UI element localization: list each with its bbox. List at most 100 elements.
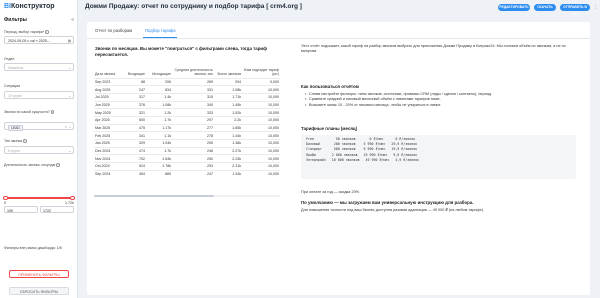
duration-from-input[interactable]: 100 (4, 206, 38, 213)
table-cell: Nov 2024 (94, 154, 124, 163)
duration-slider-min-handle[interactable] (3, 195, 8, 200)
table-cell: 1.71k (214, 92, 242, 102)
info-icon: i (45, 30, 49, 35)
edit-button[interactable]: РЕДАКТИРОВАТЬ (498, 4, 530, 11)
table-cell: Jun 2025 (94, 100, 124, 109)
calls-by-month-table: Дата звонка Входящие Исходящие Средняя д… (94, 68, 280, 178)
table-cell: Oct 2024 (94, 162, 124, 171)
table-cell: Sep 2024 (94, 169, 124, 178)
table-cell: 9,000 (242, 77, 280, 86)
table-cell: 1.7k (146, 146, 172, 155)
duration-slider-track[interactable] (5, 197, 73, 199)
table-cell: Dec 2024 (94, 146, 124, 155)
table-cell: 834 (146, 85, 172, 94)
situation-select[interactable]: 10 групп ⌄ (4, 91, 74, 99)
dashboard-header: Дожми Продажу: отчет по сотруднику и под… (79, 0, 600, 16)
period-label: Период, выбор тарифа* i (4, 30, 49, 35)
column-header[interactable]: Вам подходит тариф (шт) (242, 68, 280, 78)
apply-filters-button[interactable]: ПРИМЕНИТЬ ФИЛЬТРЫ (9, 270, 69, 278)
table-title: Звонки по месяцам. Вы можете "поиграться… (95, 46, 267, 57)
table-cell: 10,000 (242, 162, 280, 171)
tab-analysis-report[interactable]: Отчет по разборам (95, 28, 132, 33)
table-cell: 317 (124, 92, 146, 102)
default-instruction-heading: По умолчанию — мы загружаем вам универса… (301, 200, 474, 205)
table-cell: 341 (124, 131, 146, 140)
table-cell: 889 (146, 169, 172, 178)
dept-label: Отдел (4, 57, 15, 61)
info-icon: i (56, 163, 60, 168)
how-to-use-list: Слева настройте фильтры: типы звонков, и… (305, 92, 583, 108)
table-body: Sep 2023 88 206 269 294 9,000 Aug 2025 247 834 33… (94, 77, 280, 178)
filters-title: Фильтры (4, 17, 27, 23)
info-icon: i (50, 110, 55, 115)
duration-to-input[interactable]: 1722 (40, 206, 74, 213)
table-cell: 2.2k (214, 115, 242, 125)
table-cell: 2.31k (214, 162, 242, 171)
table-cell: 1.65k (214, 123, 242, 132)
table-horizontal-scrollbar[interactable] (94, 195, 280, 197)
column-header[interactable]: Средняя длительность звонка, сек (172, 68, 214, 78)
table-cell: Mar 2025 (94, 123, 124, 132)
table-header-row: Дата звонка Входящие Исходящие Средняя д… (94, 68, 280, 78)
collapse-sidebar-icon[interactable]: « (71, 17, 74, 23)
table-cell: 1.78k (146, 162, 172, 171)
table-cell: 1.45k (214, 100, 242, 109)
dept-select[interactable]: Искатель ⌄ (4, 63, 74, 71)
table-cell: 500 (124, 115, 146, 125)
table-cell: 277 (172, 123, 214, 132)
tab-tariff-selection[interactable]: Подбор тарифа (145, 28, 176, 33)
table-cell: 333 (172, 108, 214, 117)
more-options-icon[interactable]: ⋮ (593, 4, 598, 10)
table-cell: 1.2k (146, 108, 172, 117)
call-type-select[interactable]: 5 групп ⌄ (4, 146, 74, 154)
table-cell: 10,000 (242, 154, 280, 163)
table-cell: 10,000 (242, 131, 280, 140)
chevron-down-icon: ⌄ (68, 148, 71, 153)
chevron-down-icon: ⌄ (68, 93, 71, 98)
period-input[interactable]: 2024-09-05 с cal » 2025-... ▦ (4, 36, 74, 44)
table-cell: 253 (172, 162, 214, 171)
table-row: Apr 2025 500 1.7k 297 2.2k 10,000 (94, 115, 280, 125)
tariff-plans-table: Free 50 звонков 0 ₽/мес 0 ₽/звонок Базов… (301, 135, 576, 179)
table-row: Oct 2024 524 1.78k 253 2.31k 10,000 (94, 162, 280, 171)
column-header[interactable]: Входящие (124, 68, 146, 78)
table-cell: 1.08k (146, 100, 172, 109)
table-cell: 246 (172, 146, 214, 155)
adaptation-text: Для повышения точности под ваш бизнес до… (301, 208, 485, 212)
app-logo[interactable]: BIКонструктор (4, 3, 55, 10)
table-row: Sep 2024 454 889 247 1.34k 10,000 (94, 169, 280, 178)
table-cell: 340 (172, 100, 214, 109)
info-icon: i (23, 139, 27, 144)
slider-max-value: 1.72k (65, 201, 74, 205)
table-cell: 269 (172, 77, 214, 86)
table-cell: 250 (172, 154, 214, 163)
table-cell: 1.1k (146, 131, 172, 140)
table-row: Jul 2025 317 1.4k 315 1.71k 10,000 (94, 92, 280, 102)
send-to-chat-button[interactable]: ОТПРАВИТЬ В ЧАТ (560, 4, 590, 16)
clear-icon[interactable]: × (65, 125, 67, 129)
reset-filters-button[interactable]: СБРОСИТЬ ФИЛЬТРЫ (9, 287, 69, 295)
table-cell: Jan 2025 (94, 139, 124, 148)
download-button[interactable]: СКАЧАТЬ (534, 4, 556, 11)
table-cell: 702 (124, 154, 146, 163)
duration-slider-max-handle[interactable] (70, 195, 75, 200)
table-cell: 10,000 (242, 115, 280, 125)
intro-text: Этот отчёт подскажет, какой тариф на раз… (301, 44, 566, 54)
table-cell: 524 (124, 162, 146, 171)
table-cell: 247 (172, 169, 214, 178)
entity-select[interactable]: LEAD × ⌄ (4, 122, 74, 131)
column-header[interactable]: Дата звонка (94, 68, 124, 78)
table-cell: 88 (124, 77, 146, 86)
table-cell: Aug 2025 (94, 85, 124, 94)
entity-tag[interactable]: LEAD (8, 125, 23, 131)
table-cell: 278 (172, 131, 214, 140)
table-row: Feb 2025 341 1.1k 278 1.44k 10,000 (94, 131, 280, 140)
table-cell: 10,000 (242, 123, 280, 132)
table-cell: 10,000 (242, 92, 280, 102)
table-cell: 297 (172, 115, 214, 125)
scrollbar-thumb[interactable] (94, 195, 214, 197)
chevron-down-icon: ⌄ (68, 124, 71, 129)
outside-filters-label: Фильтры вне рамок дашборда: 1/8 (4, 246, 62, 250)
column-header[interactable]: Исходящие (146, 68, 172, 78)
column-header[interactable]: Всего звонков (214, 68, 242, 78)
